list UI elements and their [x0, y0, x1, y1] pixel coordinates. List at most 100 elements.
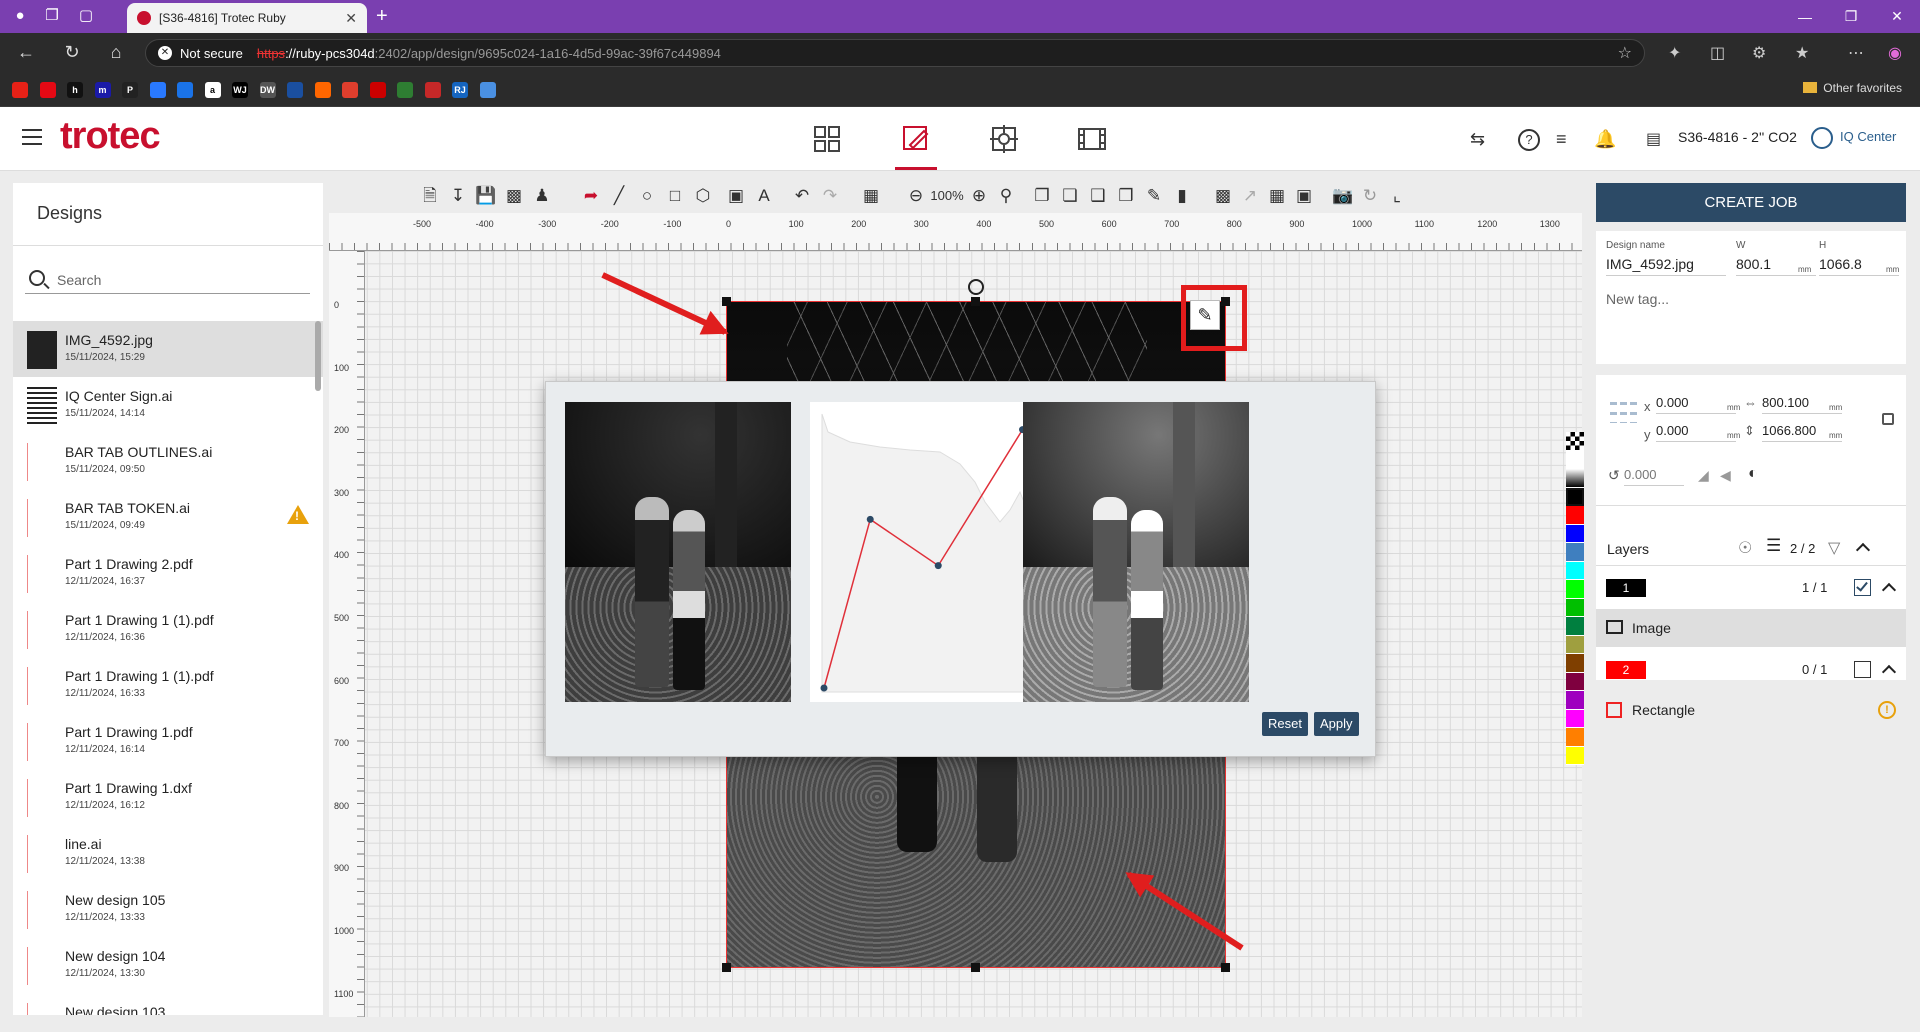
extension-icon[interactable]: ✦	[1668, 43, 1681, 63]
palette-color-swatch[interactable]	[1566, 450, 1584, 469]
layer-color-swatch[interactable]: 2	[1606, 661, 1646, 679]
design-list-item[interactable]: BAR TAB OUTLINES.ai 15/11/2024, 09:50	[13, 433, 323, 489]
favorite-site-icon[interactable]: WJ	[232, 82, 248, 98]
rectangle-tool-icon[interactable]: □	[664, 185, 686, 207]
palette-color-swatch[interactable]	[1566, 524, 1584, 543]
not-secure-icon[interactable]: ✕	[158, 46, 172, 60]
extensions-icon[interactable]: ⚙	[1752, 43, 1766, 63]
design-list-item[interactable]: line.ai 12/11/2024, 13:38	[13, 825, 323, 881]
ellipse-tool-icon[interactable]: ○	[636, 185, 658, 207]
profile-icon[interactable]: ●	[10, 7, 30, 25]
layer-row[interactable]: 1 1 / 1	[1596, 569, 1906, 607]
subtract-icon[interactable]: ❏	[1059, 185, 1081, 207]
iq-center-link[interactable]: IQ Center	[1840, 129, 1896, 144]
design-list-item[interactable]: Part 1 Drawing 1.dxf 12/11/2024, 16:12	[13, 769, 323, 825]
layer-row[interactable]: 2 0 / 1	[1596, 651, 1906, 689]
resize-handle-bm[interactable]	[971, 963, 980, 972]
design-list-item[interactable]: New design 104 12/11/2024, 13:30	[13, 937, 323, 993]
new-file-icon[interactable]: 🗎	[419, 185, 441, 207]
visibility-eye-icon[interactable]: ☉	[1738, 538, 1752, 558]
crop-icon[interactable]: ⌞	[1386, 185, 1408, 207]
undo-icon[interactable]: ↶	[791, 185, 813, 207]
position-module-icon[interactable]	[988, 123, 1020, 155]
select-arrow-icon[interactable]: ➦	[580, 185, 602, 207]
palette-color-swatch[interactable]	[1566, 654, 1584, 673]
job-module-icon[interactable]	[1076, 123, 1108, 155]
design-list-item[interactable]: IMG_4592.jpg 15/11/2024, 15:29	[13, 321, 323, 377]
user-avatar-icon[interactable]	[1811, 127, 1833, 149]
snap-object-icon[interactable]: ↗	[1239, 185, 1261, 207]
palette-color-swatch[interactable]	[1566, 598, 1584, 617]
snap-grid-icon[interactable]: ▣	[1293, 185, 1315, 207]
hamburger-menu-icon[interactable]	[22, 129, 42, 145]
sync-icon[interactable]: ⇆	[1470, 129, 1485, 150]
zoom-fit-icon[interactable]: ⚲	[995, 185, 1017, 207]
design-list-item[interactable]: Part 1 Drawing 1 (1).pdf 12/11/2024, 16:3…	[13, 657, 323, 713]
close-tab-icon[interactable]: ✕	[345, 10, 357, 27]
favorite-site-icon[interactable]	[177, 82, 193, 98]
x-field[interactable]: 0.000	[1656, 395, 1736, 414]
rotation-field[interactable]: 0.000	[1624, 467, 1684, 486]
redo-icon[interactable]: ↷	[819, 185, 841, 207]
edit-nodes-icon[interactable]: ✎	[1143, 185, 1165, 207]
browser-tab-active[interactable]: [S36-4816] Trotec Ruby ✕	[127, 3, 367, 33]
design-list-item[interactable]: Part 1 Drawing 1 (1).pdf 12/11/2024, 16:3…	[13, 601, 323, 657]
layer-object-row[interactable]: Rectangle!	[1596, 691, 1906, 729]
layer-checkbox[interactable]	[1854, 579, 1871, 596]
machine-selector[interactable]: S36-4816 - 2'' CO2	[1678, 129, 1797, 145]
stamp-icon[interactable]: ♟	[531, 185, 553, 207]
resize-handle-tl[interactable]	[722, 297, 731, 306]
camera-icon[interactable]: 📷	[1332, 185, 1354, 207]
layer-object-row[interactable]: Image	[1596, 609, 1906, 647]
snap-icon[interactable]: ▩	[1212, 185, 1234, 207]
favorite-site-icon[interactable]	[314, 82, 331, 98]
aspect-lock-icon[interactable]	[1882, 413, 1894, 425]
text-tool-icon[interactable]: A	[753, 185, 775, 207]
favorite-site-icon[interactable]	[397, 82, 413, 98]
palette-color-swatch[interactable]	[1566, 709, 1584, 728]
palette-color-swatch[interactable]	[1566, 728, 1584, 747]
align-icon[interactable]: ▮	[1171, 185, 1193, 207]
palette-transparent-swatch[interactable]	[1566, 432, 1584, 451]
other-favorites-folder[interactable]: Other favorites	[1803, 81, 1902, 95]
copilot-icon[interactable]: ◉	[1888, 43, 1902, 63]
layer-collapse-icon[interactable]	[1881, 664, 1897, 680]
curve-control-point[interactable]	[820, 684, 828, 692]
zoom-out-icon[interactable]: ⊖	[905, 185, 927, 207]
design-list-item[interactable]: BAR TAB TOKEN.ai 15/11/2024, 09:49	[13, 489, 323, 545]
save-icon[interactable]: 💾	[475, 185, 497, 207]
polygon-tool-icon[interactable]: ⬡	[692, 185, 714, 207]
history-icon[interactable]: ↻	[1359, 185, 1381, 207]
palette-color-swatch[interactable]	[1566, 487, 1584, 506]
queue-list-icon[interactable]: ≡	[1556, 129, 1567, 150]
mirror-horizontal-icon[interactable]: ◢	[1698, 467, 1709, 484]
arrange-icon[interactable]: ▦	[860, 185, 882, 207]
layer-collapse-icon[interactable]	[1881, 582, 1897, 598]
new-tab-icon[interactable]: +	[376, 5, 388, 28]
curve-control-point[interactable]	[866, 515, 874, 523]
favorite-site-icon[interactable]	[39, 82, 56, 98]
design-module-icon[interactable]	[900, 123, 932, 155]
workspaces-icon[interactable]: ❐	[42, 7, 62, 25]
design-list-item[interactable]: New design 103	[13, 993, 323, 1015]
restore-icon[interactable]: ❐	[1828, 8, 1874, 25]
favorite-site-icon[interactable]: m	[94, 82, 111, 98]
designs-scrollbar[interactable]	[315, 321, 321, 391]
palette-color-swatch[interactable]	[1566, 506, 1584, 525]
palette-color-swatch[interactable]	[1566, 617, 1584, 636]
create-job-button[interactable]: CREATE JOB	[1596, 183, 1906, 222]
favorite-site-icon[interactable]	[369, 82, 386, 98]
favorite-site-icon[interactable]	[12, 82, 28, 98]
favorite-site-icon[interactable]	[149, 82, 166, 98]
layer-checkbox[interactable]	[1854, 661, 1871, 678]
invert-icon[interactable]: ◐	[1748, 465, 1758, 483]
favorites-icon[interactable]: ★	[1795, 43, 1809, 63]
close-window-icon[interactable]: ✕	[1874, 8, 1920, 25]
favorite-site-icon[interactable]: a	[204, 82, 221, 98]
search-input[interactable]: Search	[25, 268, 310, 294]
security-label[interactable]: Not secure	[180, 46, 243, 61]
filter-icon[interactable]: ▽	[1828, 538, 1840, 558]
reset-button[interactable]: Reset	[1262, 712, 1308, 736]
y-field[interactable]: 0.000	[1656, 423, 1736, 442]
reading-icon[interactable]: ◫	[1710, 43, 1725, 63]
